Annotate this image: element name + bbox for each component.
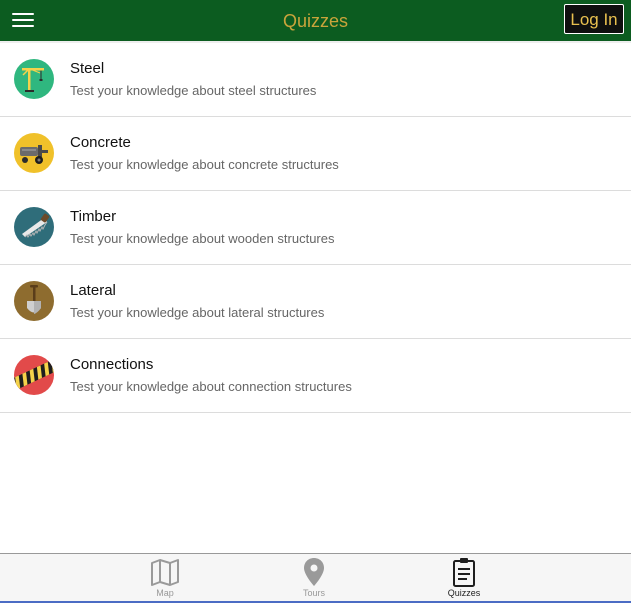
quiz-title: Timber: [70, 208, 117, 225]
quiz-description: Test your knowledge about steel structur…: [70, 83, 317, 98]
shovel-icon: [14, 281, 54, 321]
concrete-mixer-icon: [14, 133, 54, 173]
bottom-tab-bar: Map Tours Quizzes: [0, 553, 631, 603]
tab-map[interactable]: Map: [120, 554, 210, 602]
quiz-list: Steel Test your knowledge about steel st…: [0, 43, 631, 413]
saw-icon: [14, 207, 54, 247]
quiz-item-connections[interactable]: Connections Test your knowledge about co…: [0, 339, 631, 413]
map-icon: [151, 559, 179, 586]
quiz-description: Test your knowledge about connection str…: [70, 379, 352, 394]
quiz-description: Test your knowledge about lateral struct…: [70, 305, 325, 320]
quiz-description: Test your knowledge about concrete struc…: [70, 157, 339, 172]
app-header: Quizzes Log In: [0, 0, 631, 41]
tab-quizzes[interactable]: Quizzes: [419, 554, 509, 602]
caution-stripes-icon: [14, 355, 54, 395]
crane-icon: [14, 59, 54, 99]
tab-label: Tours: [302, 588, 325, 598]
login-button[interactable]: Log In: [564, 4, 624, 34]
tab-tours[interactable]: Tours: [269, 554, 359, 602]
quiz-item-timber[interactable]: Timber Test your knowledge about wooden …: [0, 191, 631, 265]
location-pin-icon: [304, 558, 324, 586]
quiz-title: Concrete: [70, 134, 131, 151]
quiz-title: Connections: [70, 356, 154, 373]
page-title: Quizzes: [282, 11, 349, 31]
quiz-description: Test your knowledge about wooden structu…: [70, 231, 335, 246]
tab-label: Map: [156, 588, 174, 598]
quiz-title: Steel: [70, 60, 105, 77]
quiz-title: Lateral: [70, 282, 116, 299]
quiz-item-steel[interactable]: Steel Test your knowledge about steel st…: [0, 43, 631, 117]
clipboard-icon: [453, 558, 475, 587]
quiz-item-concrete[interactable]: Concrete Test your knowledge about concr…: [0, 117, 631, 191]
quiz-item-lateral[interactable]: Lateral Test your knowledge about latera…: [0, 265, 631, 339]
tab-label: Quizzes: [447, 588, 481, 598]
